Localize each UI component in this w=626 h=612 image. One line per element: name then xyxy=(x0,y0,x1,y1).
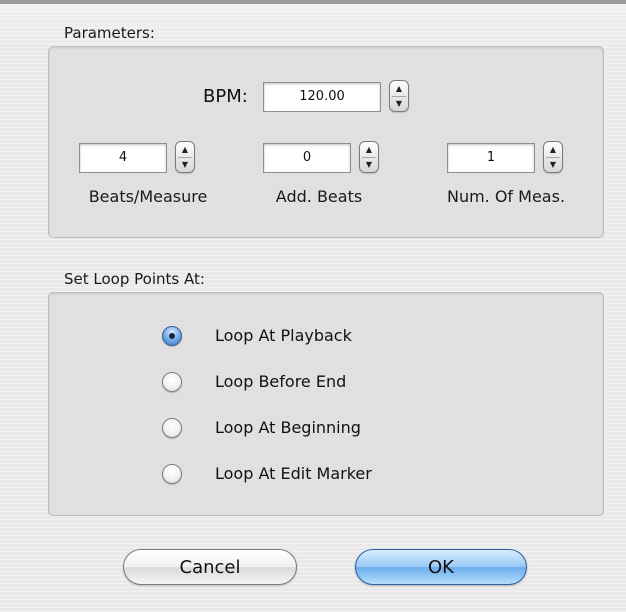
parameters-group: BPM: 120.00 ▲ ▼ 4 ▲ ▼ Beats/Measure 0 ▲ … xyxy=(48,46,604,238)
stepper-up-icon[interactable]: ▲ xyxy=(176,142,194,157)
beats-per-measure-caption: Beats/Measure xyxy=(88,187,208,206)
beats-per-measure-stepper[interactable]: ▲ ▼ xyxy=(175,141,195,173)
loop-before-end-radio[interactable] xyxy=(162,372,182,392)
stepper-up-icon[interactable]: ▲ xyxy=(360,142,378,157)
num-of-measures-caption: Num. Of Meas. xyxy=(446,187,566,206)
radio-selected-dot-icon xyxy=(169,333,175,339)
stepper-down-icon[interactable]: ▼ xyxy=(544,157,562,172)
num-of-measures-input[interactable]: 1 xyxy=(447,143,535,173)
beats-per-measure-input[interactable]: 4 xyxy=(79,143,167,173)
loop-at-beginning-label[interactable]: Loop At Beginning xyxy=(215,418,361,437)
bpm-input[interactable]: 120.00 xyxy=(263,82,381,112)
ok-button[interactable]: OK xyxy=(355,549,527,585)
loop-at-playback-radio[interactable] xyxy=(162,326,182,346)
stepper-up-icon[interactable]: ▲ xyxy=(544,142,562,157)
loop-points-group: Loop At Playback Loop Before End Loop At… xyxy=(48,292,604,516)
stepper-down-icon[interactable]: ▼ xyxy=(390,96,408,111)
loop-before-end-label[interactable]: Loop Before End xyxy=(215,372,346,391)
stepper-down-icon[interactable]: ▼ xyxy=(176,157,194,172)
parameters-label: Parameters: xyxy=(64,24,155,42)
stepper-up-icon[interactable]: ▲ xyxy=(390,81,408,96)
add-beats-stepper[interactable]: ▲ ▼ xyxy=(359,141,379,173)
cancel-button[interactable]: Cancel xyxy=(123,549,297,585)
loop-at-edit-marker-radio[interactable] xyxy=(162,464,182,484)
loop-at-edit-marker-label[interactable]: Loop At Edit Marker xyxy=(215,464,372,483)
bpm-label: BPM: xyxy=(203,86,248,107)
set-loop-points-label: Set Loop Points At: xyxy=(64,270,205,288)
loop-at-playback-label[interactable]: Loop At Playback xyxy=(215,326,352,345)
bpm-stepper[interactable]: ▲ ▼ xyxy=(389,80,409,112)
loop-settings-dialog: Parameters: BPM: 120.00 ▲ ▼ 4 ▲ ▼ Beats/… xyxy=(0,0,626,612)
add-beats-input[interactable]: 0 xyxy=(263,143,351,173)
stepper-down-icon[interactable]: ▼ xyxy=(360,157,378,172)
loop-at-beginning-radio[interactable] xyxy=(162,418,182,438)
num-of-measures-stepper[interactable]: ▲ ▼ xyxy=(543,141,563,173)
add-beats-caption: Add. Beats xyxy=(275,187,363,206)
